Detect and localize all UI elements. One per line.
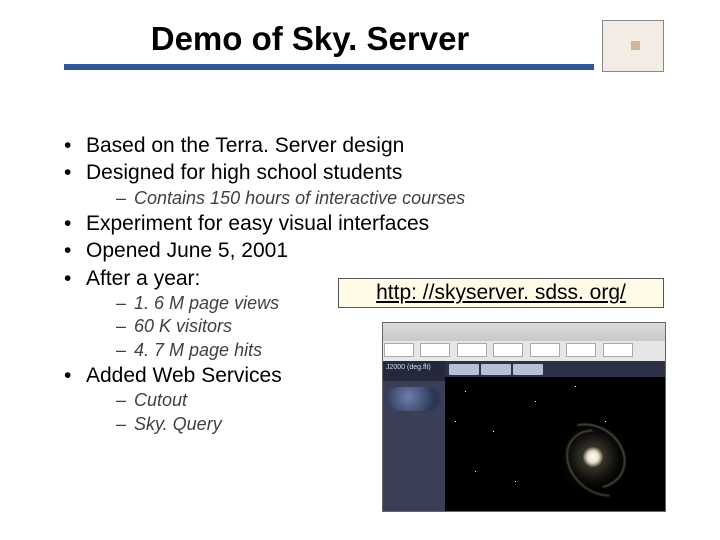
thumb-toolbar-cell xyxy=(566,343,596,357)
star-icon xyxy=(465,391,466,392)
galaxy-icon xyxy=(541,417,651,497)
thumb-toolbar-cell xyxy=(420,343,450,357)
bullet-item: Designed for high school students Contai… xyxy=(60,159,670,210)
slide-title: Demo of Sky. Server xyxy=(0,20,580,58)
url-text: http: //skyserver. sdss. org/ xyxy=(376,281,626,305)
title-area: Demo of Sky. Server xyxy=(0,20,720,70)
bullet-text: Added Web Services xyxy=(86,364,282,387)
bullet-item: Opened June 5, 2001 xyxy=(60,237,670,264)
thumb-button-bar xyxy=(445,361,665,377)
thumb-toolbar-cell xyxy=(530,343,560,357)
thumb-toolbar-cell xyxy=(493,343,523,357)
sdss-logo-icon xyxy=(387,387,441,411)
sub-bullet-item: Contains 150 hours of interactive course… xyxy=(86,187,670,210)
bullet-item: Experiment for easy visual interfaces xyxy=(60,210,670,237)
thumb-button xyxy=(513,364,543,375)
thumb-titlebar xyxy=(383,323,665,342)
thumb-toolbar xyxy=(383,341,665,362)
thumb-toolbar-cell xyxy=(384,343,414,357)
thumb-button xyxy=(481,364,511,375)
star-icon xyxy=(575,386,576,387)
thumb-toolbar-cell xyxy=(457,343,487,357)
sub-bullet-list: Contains 150 hours of interactive course… xyxy=(86,187,670,210)
star-icon xyxy=(535,401,536,402)
thumb-button xyxy=(449,364,479,375)
bullet-text: Designed for high school students xyxy=(86,161,402,184)
star-icon xyxy=(493,431,494,432)
star-icon xyxy=(475,471,476,472)
bullet-text: After a year: xyxy=(86,267,200,290)
screenshot-thumbnail: J2000 (deg.flt) xyxy=(382,322,666,512)
thumb-sky-view xyxy=(445,361,665,511)
star-icon xyxy=(515,481,516,482)
slide: Demo of Sky. Server Based on the Terra. … xyxy=(0,0,720,540)
title-rule xyxy=(64,64,594,70)
url-box[interactable]: http: //skyserver. sdss. org/ xyxy=(338,278,664,308)
thumb-sidebar-header: J2000 (deg.flt) xyxy=(383,361,445,381)
star-icon xyxy=(455,421,456,422)
thumb-toolbar-cell xyxy=(603,343,633,357)
thumb-sidebar: J2000 (deg.flt) xyxy=(383,361,445,511)
bullet-item: Based on the Terra. Server design xyxy=(60,132,670,159)
